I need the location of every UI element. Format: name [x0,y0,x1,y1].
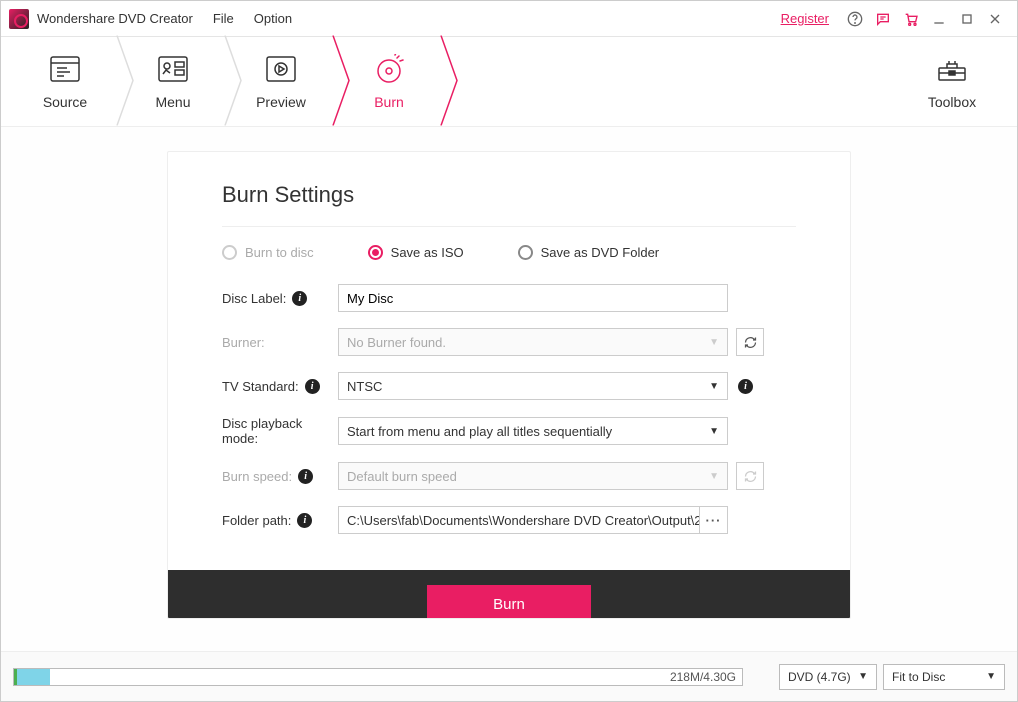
disc-label-input[interactable] [338,284,728,312]
tv-standard-select[interactable]: NTSC ▼ [338,372,728,400]
step-label: Burn [374,94,404,110]
playback-mode-label: Disc playback mode: [222,416,338,446]
maximize-icon[interactable] [957,9,977,29]
step-label: Toolbox [928,94,976,110]
bottom-bar: 218M/4.30G DVD (4.7G) ▼ Fit to Disc ▼ [1,651,1017,701]
divider [222,226,796,227]
feedback-icon[interactable] [873,9,893,29]
close-icon[interactable] [985,9,1005,29]
chevron-down-icon: ▼ [709,426,719,437]
radio-icon [518,245,533,260]
menu-option[interactable]: Option [254,11,292,26]
refresh-burner-button[interactable] [736,328,764,356]
chevron-down-icon: ▼ [986,671,996,682]
chevron-down-icon: ▼ [709,381,719,392]
radio-save-as-dvd-folder[interactable]: Save as DVD Folder [518,245,660,260]
step-preview[interactable]: Preview [227,37,335,127]
info-icon[interactable]: i [738,379,753,394]
burn-speed-select: Default burn speed ▼ [338,462,728,490]
fit-select[interactable]: Fit to Disc ▼ [883,664,1005,690]
info-icon[interactable]: i [305,379,320,394]
burn-speed-label: Burn speed: i [222,469,338,484]
main-area: Burn Settings Burn to disc Save as ISO S… [1,127,1017,651]
radio-burn-to-disc: Burn to disc [222,245,314,260]
chevron-down-icon: ▼ [709,337,719,348]
step-source[interactable]: Source [11,37,119,127]
app-title: Wondershare DVD Creator [37,11,193,26]
chevron-down-icon: ▼ [709,471,719,482]
radio-label: Burn to disc [245,245,314,260]
info-icon[interactable]: i [297,513,312,528]
step-label: Source [43,94,87,110]
menu-file[interactable]: File [213,11,234,26]
step-label: Preview [256,94,306,110]
info-icon[interactable]: i [292,291,307,306]
panel-footer: Burn [168,570,850,619]
title-bar: Wondershare DVD Creator File Option Regi… [1,1,1017,37]
refresh-speed-button [736,462,764,490]
app-logo [9,9,29,29]
disc-label-label: Disc Label: i [222,291,338,306]
radio-icon [368,245,383,260]
browse-folder-button[interactable]: ··· [699,507,727,533]
steps-bar: Source Menu Preview Burn Toolbox [1,37,1017,127]
tv-standard-label: TV Standard: i [222,379,338,394]
step-burn[interactable]: Burn [335,37,443,127]
info-icon[interactable]: i [298,469,313,484]
folder-path-text: C:\Users\fab\Documents\Wondershare DVD C… [339,513,699,528]
radio-label: Save as DVD Folder [541,245,660,260]
burner-select: No Burner found. ▼ [338,328,728,356]
progress-text: 218M/4.30G [670,670,736,684]
folder-path-field: C:\Users\fab\Documents\Wondershare DVD C… [338,506,728,534]
progress-fill [14,669,50,685]
register-link[interactable]: Register [781,11,829,26]
toolbox-icon [935,54,969,84]
panel-title: Burn Settings [222,182,796,208]
cart-icon[interactable] [901,9,921,29]
chevron-down-icon: ▼ [858,671,868,682]
output-mode-radios: Burn to disc Save as ISO Save as DVD Fol… [222,245,796,260]
step-menu[interactable]: Menu [119,37,227,127]
burn-icon [372,54,406,84]
help-icon[interactable] [845,9,865,29]
step-toolbox[interactable]: Toolbox [907,54,997,110]
burn-settings-panel: Burn Settings Burn to disc Save as ISO S… [167,151,851,619]
source-icon [48,54,82,84]
capacity-progress: 218M/4.30G [13,668,743,686]
playback-mode-select[interactable]: Start from menu and play all titles sequ… [338,417,728,445]
disc-size-select[interactable]: DVD (4.7G) ▼ [779,664,877,690]
radio-label: Save as ISO [391,245,464,260]
preview-icon [264,54,298,84]
menu-icon [156,54,190,84]
step-label: Menu [155,94,190,110]
radio-icon [222,245,237,260]
burner-label: Burner: [222,335,338,350]
progress-marker [14,669,17,685]
burn-button[interactable]: Burn [427,585,591,619]
folder-path-label: Folder path: i [222,513,338,528]
radio-save-as-iso[interactable]: Save as ISO [368,245,464,260]
minimize-icon[interactable] [929,9,949,29]
